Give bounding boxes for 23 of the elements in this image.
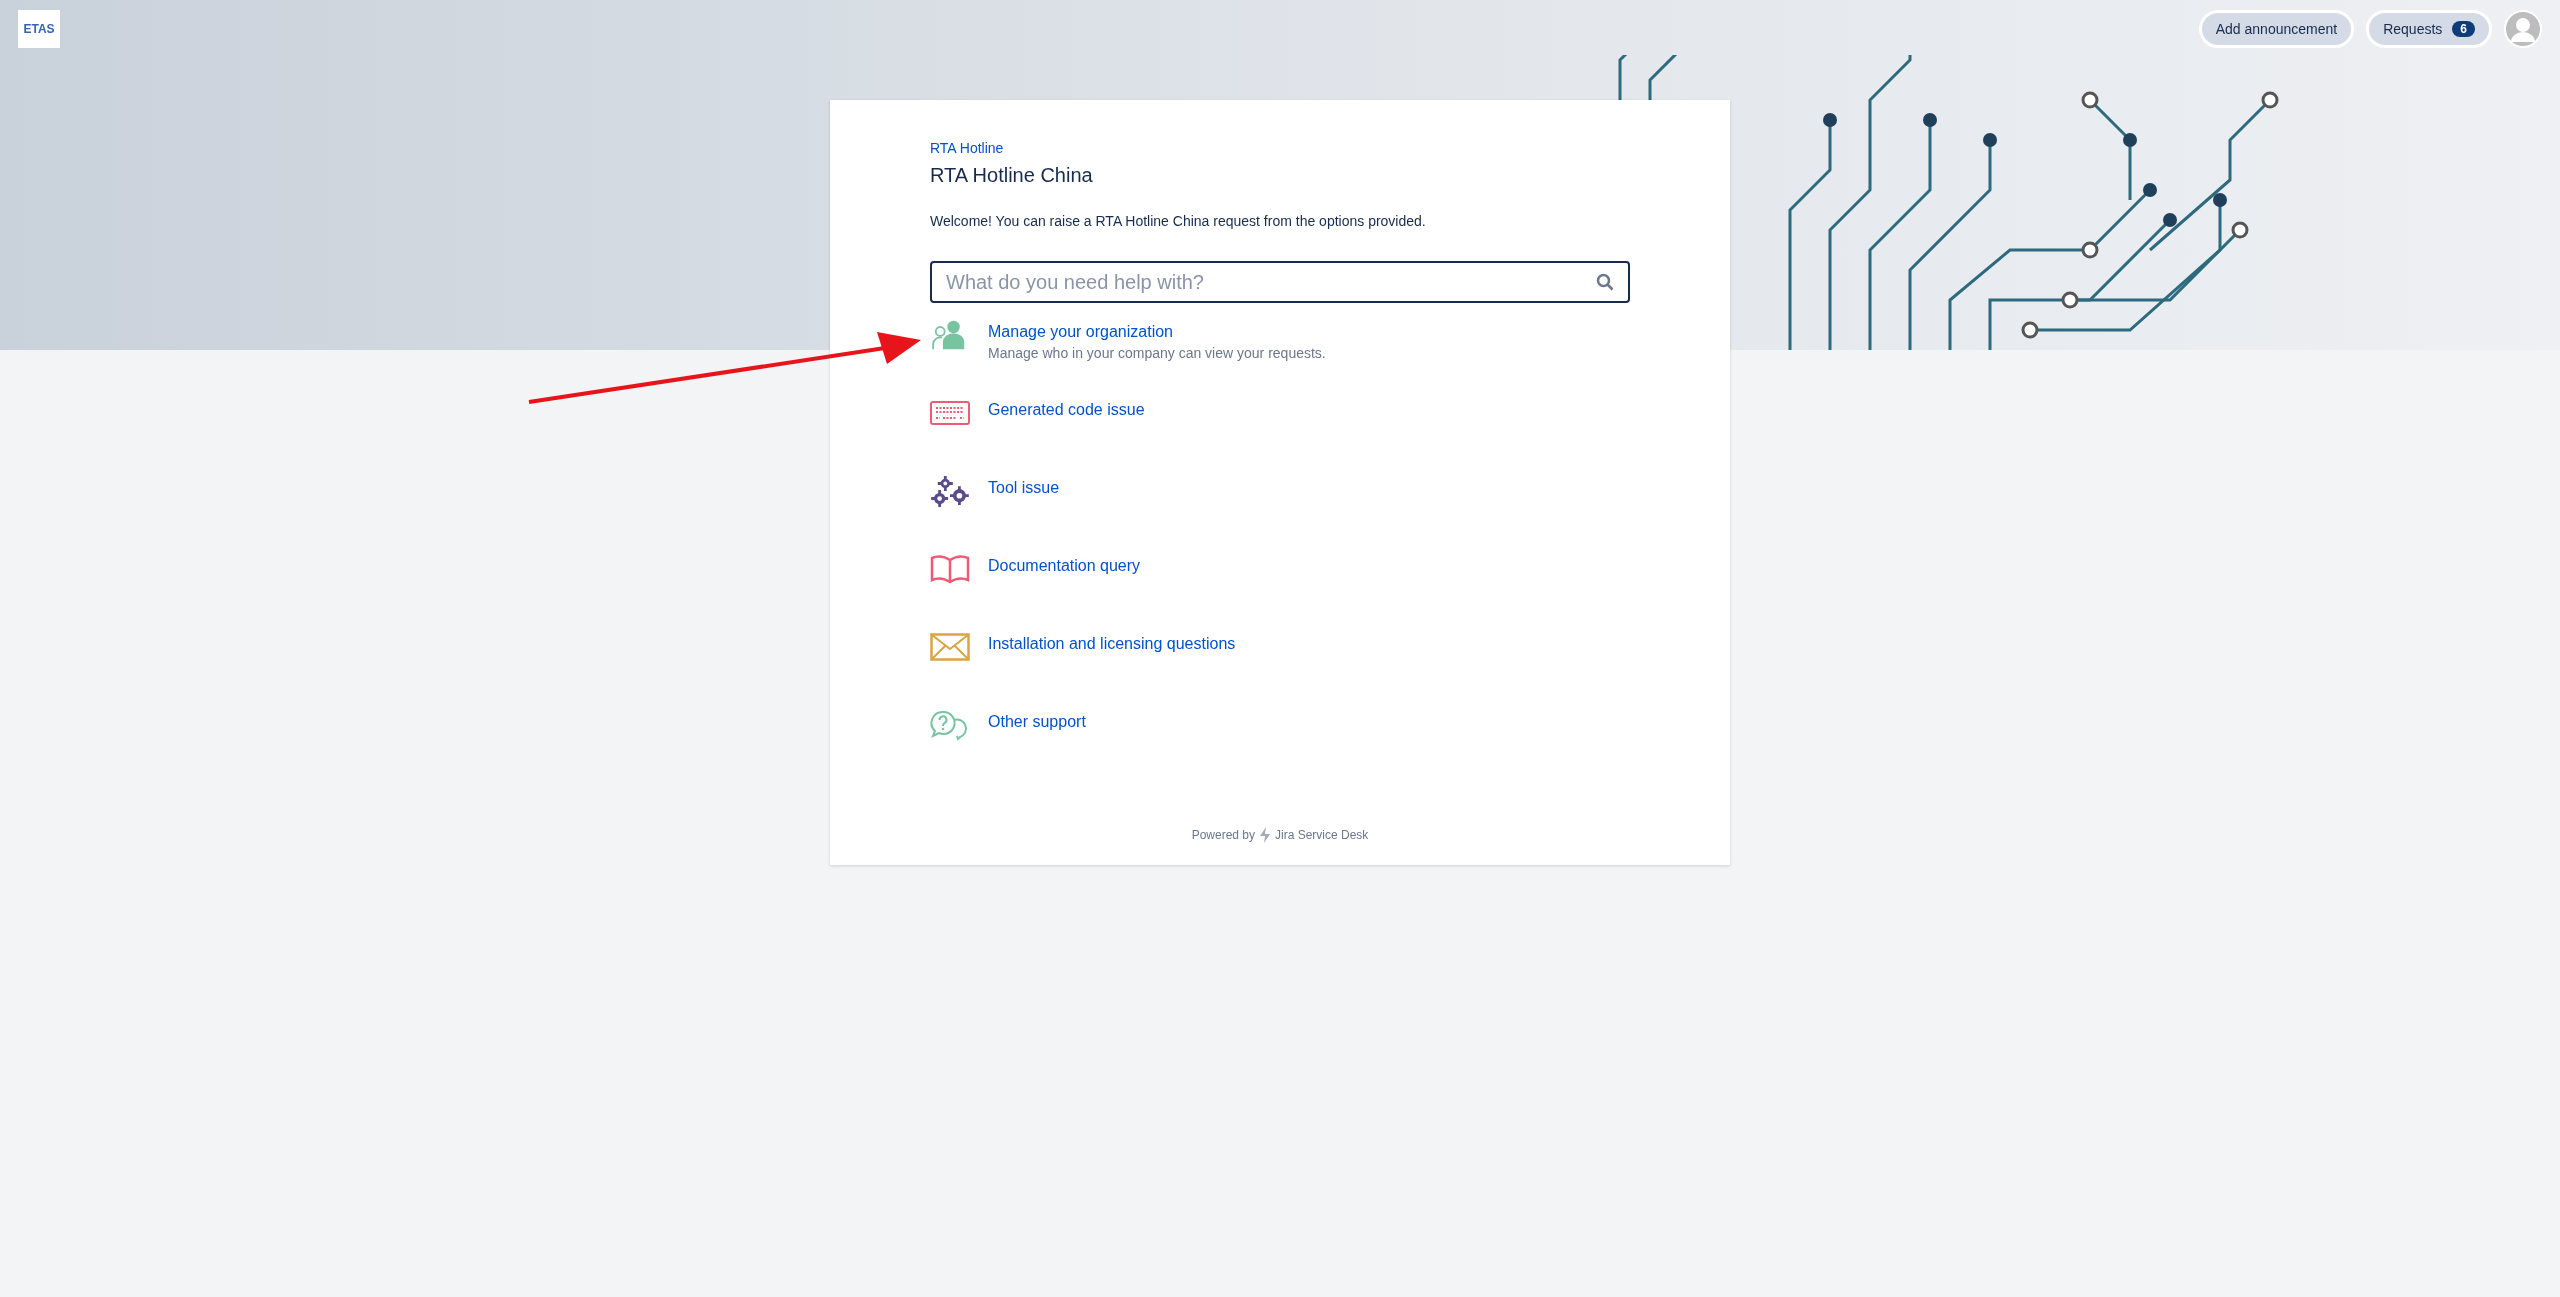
add-announcement-button[interactable]: Add announcement — [2198, 10, 2355, 48]
gears-icon — [930, 475, 970, 507]
request-type-link[interactable]: Installation and licensing questions — [988, 635, 1236, 653]
chat-icon — [930, 709, 970, 741]
request-type-link[interactable]: Generated code issue — [988, 401, 1145, 419]
search-icon[interactable] — [1596, 273, 1614, 291]
book-icon — [930, 553, 970, 585]
etas-logo[interactable]: ETAS — [18, 10, 60, 48]
powered-by-text: Powered by — [1191, 828, 1255, 842]
request-type-link[interactable]: Tool issue — [988, 479, 1060, 497]
request-type-link[interactable]: Other support — [988, 713, 1086, 731]
request-type-link[interactable]: Documentation query — [988, 557, 1141, 575]
requests-count: 6 — [2452, 21, 2475, 37]
requests-button[interactable]: Requests 6 — [2366, 10, 2492, 48]
breadcrumb-link[interactable]: RTA Hotline — [930, 140, 1004, 156]
bolt-icon — [1259, 827, 1271, 843]
envelope-icon — [930, 631, 970, 663]
request-type-link[interactable]: Manage your organization — [988, 323, 1326, 341]
welcome-text: Welcome! You can raise a RTA Hotline China request from the options provided. — [930, 213, 1427, 229]
search-field[interactable]: What do you need help with? — [930, 261, 1630, 303]
product-name: Jira Service Desk — [1275, 828, 1369, 842]
portal-title: RTA Hotline China — [930, 164, 1094, 187]
request-type-description: Manage who in your company can view your requests. — [988, 345, 1326, 361]
